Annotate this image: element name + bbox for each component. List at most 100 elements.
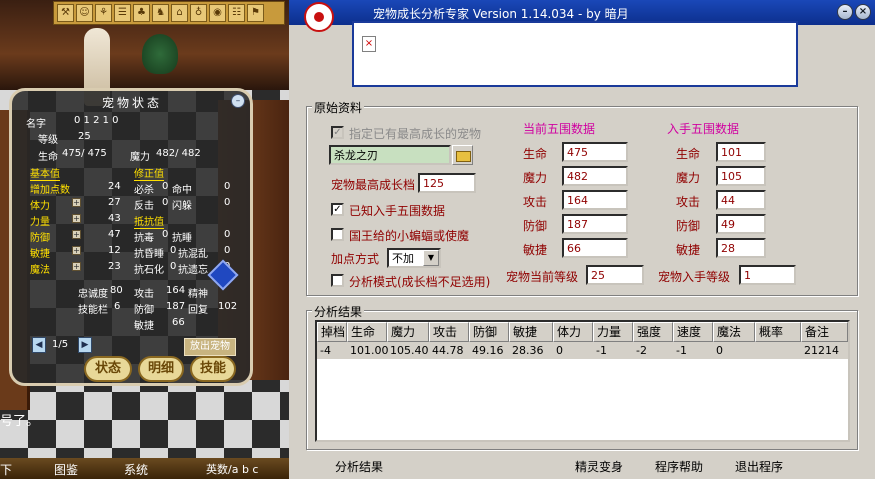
pet-hp-value: 475/ 475 — [62, 148, 107, 159]
menu-analysis-result[interactable]: 分析结果 — [335, 458, 383, 475]
pet-name-field[interactable]: 杀龙之刃 — [329, 145, 451, 165]
column-header[interactable]: 魔法 — [713, 322, 755, 342]
initial-atk-field[interactable]: 44 — [716, 190, 766, 210]
resist-header: 抵抗值 — [134, 213, 164, 229]
bottom-bar-item-system[interactable]: 系统 — [124, 461, 148, 478]
column-header[interactable]: 力量 — [593, 322, 633, 342]
initial-level-field[interactable]: 1 — [739, 265, 796, 285]
current-hp-field[interactable]: 475 — [562, 142, 628, 162]
pet-panel-title: 宠物状态 — [101, 96, 162, 110]
table-cell: 44.78 — [432, 344, 464, 357]
current-agi-field[interactable]: 66 — [562, 238, 628, 258]
toolbar-icon-11[interactable]: ⚑ — [247, 4, 264, 22]
menu-help[interactable]: 程序帮助 — [655, 458, 703, 475]
column-header[interactable]: 速度 — [673, 322, 713, 342]
panel-close-icon[interactable]: – — [231, 94, 245, 108]
pet-mp-label: 魔力 — [130, 152, 150, 163]
resist-label-confuse: 抗混乱 — [178, 249, 208, 260]
toolbar-icon-8[interactable]: ♁ — [190, 4, 207, 22]
toolbar-icon-7[interactable]: ⌂ — [171, 4, 188, 22]
minimize-icon[interactable]: – — [837, 4, 853, 20]
toolbar-icon-9[interactable]: ◉ — [209, 4, 226, 22]
analysis-mode-checkbox[interactable] — [331, 274, 344, 287]
detail-tab-button[interactable]: 明细 — [138, 356, 184, 382]
mod-header: 修正值 — [134, 165, 164, 181]
status-tab-button[interactable]: 状态 — [84, 356, 132, 382]
mod-label-hit: 命中 — [172, 185, 192, 196]
table-cell: 0 — [556, 344, 563, 357]
stat-label-agi: 敏捷 — [523, 243, 548, 257]
column-header[interactable]: 概率 — [755, 322, 801, 342]
plus-icon-vit[interactable]: + — [72, 198, 81, 207]
app-logo-icon — [304, 2, 334, 32]
initial-mp-field[interactable]: 105 — [716, 166, 766, 186]
mod-value-dodge: 0 — [224, 197, 231, 208]
toolbar-icon-3[interactable]: ⚘ — [95, 4, 112, 22]
toolbar-icon-6[interactable]: ♞ — [152, 4, 169, 22]
page-indicator: 1/5 — [52, 339, 69, 350]
resist-value-confuse: 0 — [224, 245, 231, 256]
pet-level-value: 25 — [78, 131, 91, 142]
game-toolbar: ⚒ ☺ ⚘ ☰ ♣ ♞ ⌂ ♁ ◉ ☷ ⚑ — [53, 1, 285, 25]
table-cell: -1 — [676, 344, 687, 357]
plus-icon-agi[interactable]: + — [72, 246, 81, 255]
base-label-mag: 魔法 — [30, 265, 50, 276]
plus-icon-str[interactable]: + — [72, 214, 81, 223]
bottom-bar-item-1[interactable]: 下 — [0, 461, 12, 478]
resist-label-sleep: 抗睡 — [172, 233, 192, 244]
skill-tab-button[interactable]: 技能 — [190, 356, 236, 382]
current-mp-field[interactable]: 482 — [562, 166, 628, 186]
resist-label-faint: 抗昏睡 — [134, 249, 164, 260]
max-growth-field[interactable]: 125 — [418, 173, 476, 193]
stat-label-atk: 攻击 — [523, 195, 548, 209]
pet-name-label: 名字 — [26, 119, 46, 130]
toolbar-icon-1[interactable]: ⚒ — [57, 4, 74, 22]
column-header[interactable]: 强度 — [633, 322, 673, 342]
base-value-points: 24 — [108, 181, 121, 192]
toolbar-icon-10[interactable]: ☷ — [228, 4, 245, 22]
table-cell: 0 — [716, 344, 723, 357]
prev-page-icon[interactable]: ◀ — [32, 337, 46, 353]
base-value-vit: 27 — [108, 197, 121, 208]
toolbar-icon-2[interactable]: ☺ — [76, 4, 93, 22]
column-header[interactable]: 攻击 — [429, 322, 469, 342]
table-cell: -1 — [596, 344, 607, 357]
menu-exit[interactable]: 退出程序 — [735, 458, 783, 475]
column-header[interactable]: 体力 — [553, 322, 593, 342]
release-pet-button[interactable]: 放出宠物 — [184, 338, 236, 356]
column-header[interactable]: 备注 — [801, 322, 848, 342]
plus-icon-def[interactable]: + — [72, 230, 81, 239]
bottom-bar-item-handbook[interactable]: 图鉴 — [54, 461, 78, 478]
add-method-label: 加点方式 — [331, 252, 380, 266]
initial-def-field[interactable]: 49 — [716, 214, 766, 234]
next-page-icon[interactable]: ▶ — [78, 337, 92, 353]
king-bat-checkbox[interactable] — [331, 228, 344, 241]
initial-agi-field[interactable]: 28 — [716, 238, 766, 258]
column-header[interactable]: 魔力 — [387, 322, 429, 342]
specify-pet-checkbox[interactable]: ✓ — [331, 126, 344, 139]
open-folder-icon[interactable] — [452, 145, 473, 165]
column-header[interactable]: 掉档 — [317, 322, 347, 342]
column-header[interactable]: 生命 — [347, 322, 387, 342]
pet-hp-label: 生命 — [38, 152, 58, 163]
column-header[interactable]: 防御 — [469, 322, 509, 342]
plus-icon-mag[interactable]: + — [72, 262, 81, 271]
table-cell: 105.40 — [390, 344, 429, 357]
initial-hp-field[interactable]: 101 — [716, 142, 766, 162]
column-header[interactable]: 敏捷 — [509, 322, 553, 342]
loyalty-value: 80 — [110, 285, 123, 296]
pet-status-panel: 宠物状态 – 名字 0 1 2 1 0 等级 25 生命 475/ 475 魔力… — [9, 88, 253, 386]
toolbar-icon-5[interactable]: ♣ — [133, 4, 150, 22]
current-def-field[interactable]: 187 — [562, 214, 628, 234]
table-cell: -2 — [636, 344, 647, 357]
stat-label-mp: 魔力 — [523, 171, 548, 185]
menu-spirit-transform[interactable]: 精灵变身 — [575, 458, 623, 475]
table-cell: 49.16 — [472, 344, 504, 357]
add-method-select[interactable]: 不加 ▼ — [387, 248, 441, 268]
toolbar-icon-4[interactable]: ☰ — [114, 4, 131, 22]
known-initial-checkbox[interactable]: ✓ — [331, 203, 344, 216]
current-level-field[interactable]: 25 — [586, 265, 644, 285]
close-icon[interactable]: × — [855, 4, 871, 20]
current-atk-field[interactable]: 164 — [562, 190, 628, 210]
chevron-down-icon[interactable]: ▼ — [423, 250, 439, 266]
